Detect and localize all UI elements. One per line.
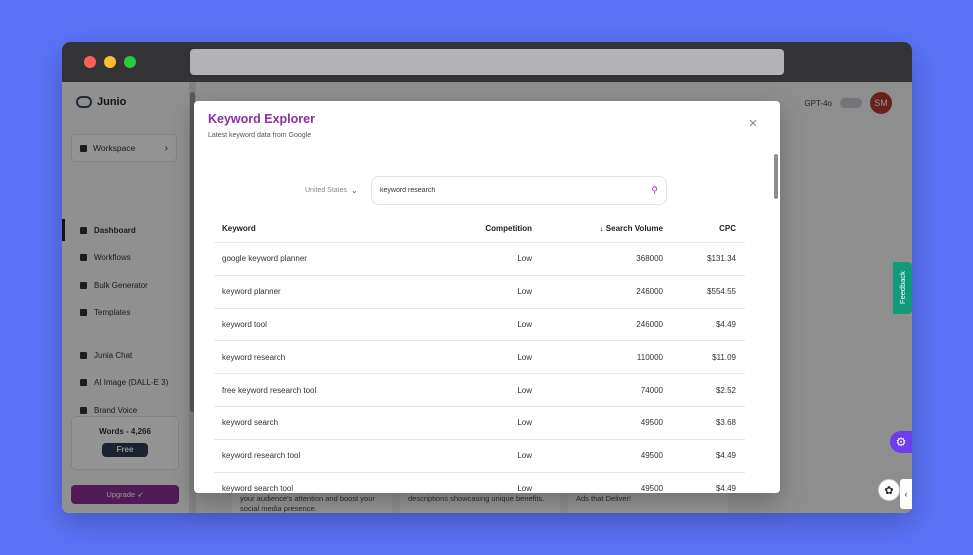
table-row[interactable]: keyword research Low 110000 $11.09 [214,341,745,375]
cell-cpc: $2.52 [715,385,736,395]
openai-icon: ✿ [884,484,894,497]
column-search-volume-label: Search Volume [605,223,663,233]
cell-competition: Low [517,254,532,264]
cell-competition: Low [517,418,532,428]
cell-keyword: keyword tool [222,319,267,329]
close-button[interactable]: × [747,115,759,132]
minimize-window-button[interactable] [104,56,116,68]
title-bar [62,42,912,82]
table-body: google keyword planner Low 368000 $131.34 ke… [214,243,745,493]
table-row[interactable]: keyword planner Low 246000 $554.55 [214,276,745,309]
cell-search-volume: 246000 [636,319,663,329]
url-bar[interactable] [190,49,784,75]
modal-title: Keyword Explorer [208,112,315,126]
table-row[interactable]: free keyword research tool Low 74000 $2.52 [214,374,745,407]
cell-competition: Low [517,451,532,461]
close-window-button[interactable] [84,56,96,68]
cell-cpc: $4.49 [715,451,736,461]
table-row[interactable]: keyword research tool Low 49500 $4.49 [214,440,745,473]
column-search-volume[interactable]: ↓ Search Volume [532,224,663,233]
cell-cpc: $3.68 [715,418,736,428]
keyword-table: Keyword Competition ↓ Search Volume CPC … [214,214,745,493]
cell-keyword: keyword research tool [222,451,301,461]
gear-icon: ⚙ [895,435,907,449]
maximize-window-button[interactable] [124,56,136,68]
side-panel-toggle[interactable]: ‹ [900,479,912,509]
table-row[interactable]: keyword search tool Low 49500 $4.49 [214,473,745,493]
search-icon[interactable]: ⚲ [651,185,658,196]
column-competition[interactable]: Competition [444,224,532,233]
table-row[interactable]: keyword search Low 49500 $3.68 [214,407,745,440]
chevron-down-icon: ⌄ [351,186,358,195]
cell-keyword: keyword search tool [222,483,294,493]
cell-competition: Low [517,319,532,329]
cell-search-volume: 74000 [640,385,663,395]
cell-search-volume: 49500 [640,483,663,493]
cell-competition: Low [517,287,532,297]
keyword-explorer-modal: Keyword Explorer Latest keyword data fro… [194,101,780,493]
settings-button[interactable]: ⚙ [890,431,912,453]
cell-cpc: $554.55 [707,287,736,297]
cell-keyword: keyword research [222,352,286,362]
cell-keyword: keyword planner [222,287,281,297]
cell-search-volume: 49500 [640,451,663,461]
table-row[interactable]: keyword tool Low 246000 $4.49 [214,309,745,342]
feedback-tab[interactable]: Feedback [893,262,912,314]
cell-cpc: $4.49 [715,319,736,329]
search-input[interactable] [380,187,652,194]
country-select[interactable]: United States ⌄ [305,186,358,195]
cell-cpc: $131.34 [707,254,736,264]
table-header: Keyword Competition ↓ Search Volume CPC [214,214,745,243]
cell-cpc: $4.49 [715,483,736,493]
cell-keyword: keyword search [222,418,279,428]
assistant-button[interactable]: ✿ [878,479,900,501]
column-cpc[interactable]: CPC [663,224,736,233]
modal-scrollbar[interactable] [773,151,779,491]
cell-competition: Low [517,385,532,395]
country-label: United States [305,187,348,194]
cell-search-volume: 368000 [636,254,663,264]
cell-search-volume: 246000 [636,287,663,297]
cell-search-volume: 110000 [636,352,663,362]
cell-competition: Low [517,483,532,493]
scrollbar-thumb[interactable] [774,154,778,199]
keyword-search[interactable]: ⚲ [371,176,667,205]
close-icon: × [748,115,758,132]
cell-keyword: google keyword planner [222,254,307,264]
modal-subtitle: Latest keyword data from Google [208,132,312,139]
cell-cpc: $11.09 [712,352,736,362]
table-row[interactable]: google keyword planner Low 368000 $131.34 [214,243,745,276]
cell-competition: Low [517,352,532,362]
cell-keyword: free keyword research tool [222,385,317,395]
chevron-icon: ‹ [904,489,908,499]
cell-search-volume: 49500 [640,418,663,428]
column-keyword[interactable]: Keyword [214,224,444,233]
